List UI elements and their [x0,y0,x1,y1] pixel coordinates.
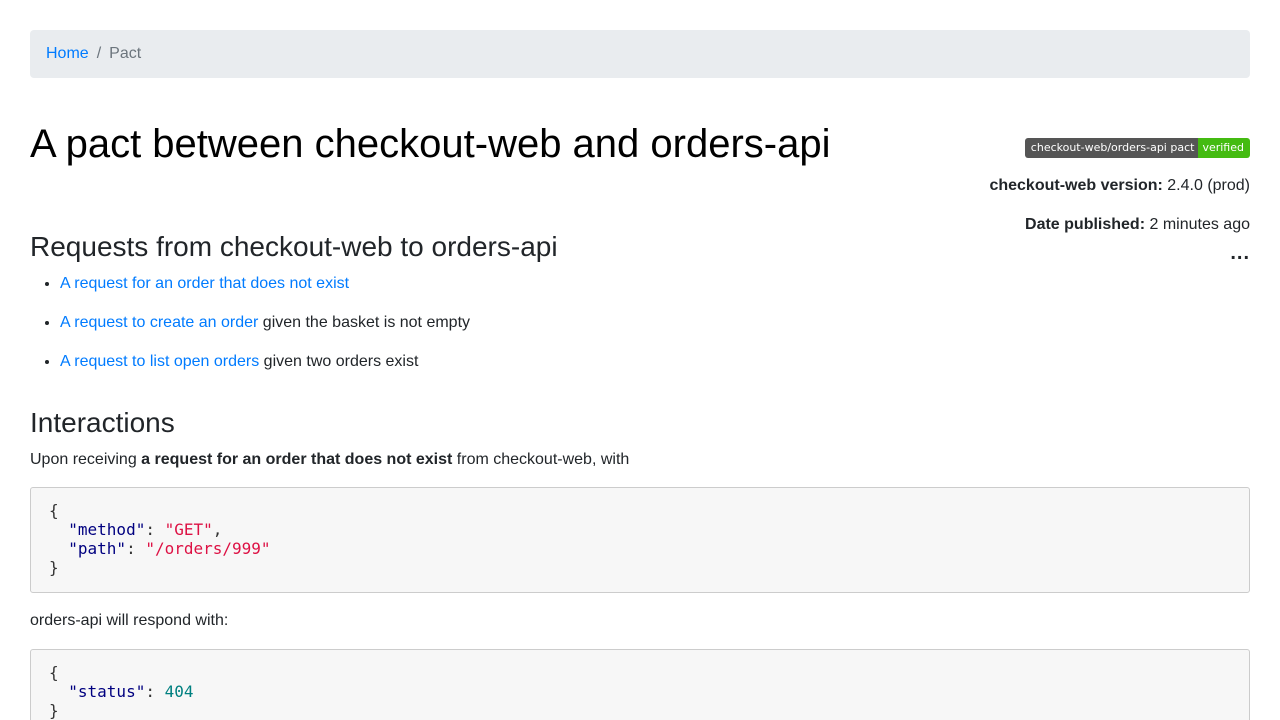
verification-badge[interactable]: checkout-web/orders-api pact verified [1024,138,1250,158]
json-number: 404 [164,682,194,701]
code-brace: { [49,501,59,520]
request-suffix: given two orders exist [259,353,419,370]
request-link-create-order[interactable]: A request to create an order [60,314,258,331]
code-brace: { [49,663,59,682]
badge-status: verified [1198,138,1250,158]
response-intro: orders-api will respond with: [30,612,229,629]
pact-metadata: checkout-web/orders-api pact verified ch… [989,138,1250,263]
code-brace: } [49,701,59,720]
request-link-list-orders[interactable]: A request to list open orders [60,353,259,370]
requests-list: A request for an order that does not exi… [30,273,470,390]
date-published-label: Date published: [1025,216,1146,233]
breadcrumb-home-link[interactable]: Home [46,45,89,63]
badge-label: checkout-web/orders-api pact [1024,138,1199,158]
code-brace: } [49,558,59,577]
interaction-intro: Upon receiving a request for an order th… [30,449,629,471]
request-suffix: given the basket is not empty [258,314,471,331]
more-options-icon[interactable]: ... [989,243,1250,263]
page-title: A pact between checkout-web and orders-a… [30,122,831,166]
json-key: "status" [68,682,146,701]
consumer-version: checkout-web version: 2.4.0 (prod) [989,176,1250,196]
requests-heading: Requests from checkout-web to orders-api [30,231,558,262]
request-link-order-not-exist[interactable]: A request for an order that does not exi… [60,275,349,292]
intro-description: a request for an order that does not exi… [141,451,453,468]
date-published-value: 2 minutes ago [1149,216,1250,233]
json-string: "GET" [164,520,213,539]
list-item: A request for an order that does not exi… [60,273,470,295]
breadcrumb-current: Pact [109,45,142,62]
breadcrumb-separator: / [96,45,102,62]
response-code-block: { "status": 404 } [30,649,1250,720]
json-key: "method" [68,520,146,539]
consumer-version-value: 2.4.0 (prod) [1167,177,1250,194]
list-item: A request to list open orders given two … [60,351,470,373]
json-string: "/orders/999" [145,539,271,558]
request-code-block: { "method": "GET", "path": "/orders/999"… [30,487,1250,593]
list-item: A request to create an order given the b… [60,312,470,334]
intro-suffix: from checkout-web, with [452,451,630,468]
intro-prefix: Upon receiving [30,451,142,468]
interactions-heading: Interactions [30,407,175,438]
json-key: "path" [68,539,127,558]
pact-page: Home / Pact A pact between checkout-web … [0,0,1280,720]
consumer-version-label: checkout-web version: [989,177,1163,194]
date-published: Date published: 2 minutes ago [989,215,1250,235]
breadcrumb: Home / Pact [30,30,1250,78]
